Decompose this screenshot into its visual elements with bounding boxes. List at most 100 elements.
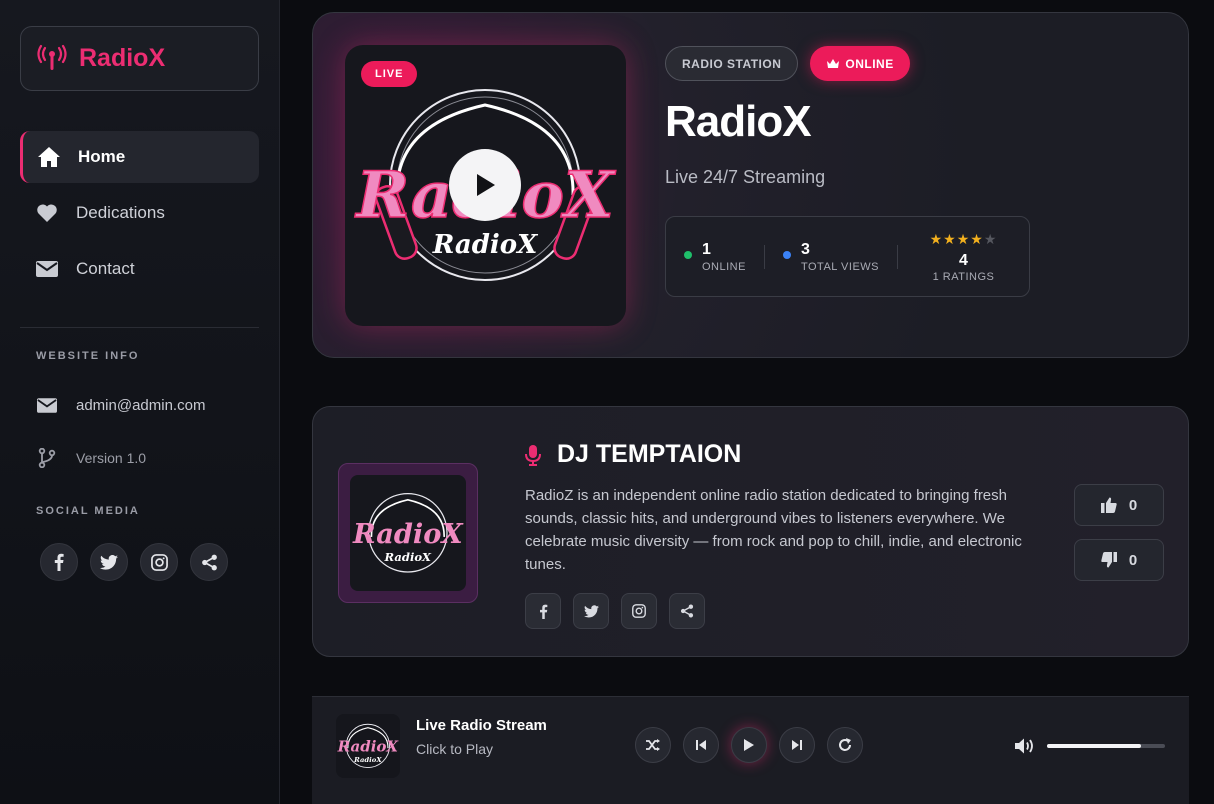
previous-button[interactable] xyxy=(683,727,719,763)
svg-text:RadioX: RadioX xyxy=(352,518,464,550)
envelope-icon xyxy=(34,258,60,280)
heart-icon xyxy=(34,202,60,224)
online-status-text: ONLINE xyxy=(845,56,894,71)
facebook-icon[interactable] xyxy=(525,593,561,629)
dislike-count: 0 xyxy=(1128,551,1138,569)
redo-icon xyxy=(839,738,851,751)
volume-icon[interactable] xyxy=(1014,737,1036,760)
play-button[interactable] xyxy=(731,727,767,763)
admin-email[interactable]: admin@admin.com xyxy=(36,397,205,414)
online-count: 1 xyxy=(702,240,711,258)
main-nav: Home Dedications Contact xyxy=(20,131,259,299)
nav-item-label: Contact xyxy=(76,259,135,278)
volume-slider[interactable] xyxy=(1047,744,1165,748)
play-icon xyxy=(477,174,495,196)
play-icon xyxy=(744,739,754,751)
dislike-button[interactable]: 0 xyxy=(1074,539,1164,581)
online-dot-icon xyxy=(684,250,692,259)
instagram-icon[interactable] xyxy=(140,543,178,581)
star-icon[interactable]: ★ xyxy=(970,231,984,247)
dj-social-links xyxy=(525,593,705,629)
volume-slider-fill xyxy=(1047,744,1142,748)
dj-cover: RadioX RadioX xyxy=(338,463,478,603)
code-branch-icon xyxy=(36,448,58,468)
nav-item-dedications[interactable]: Dedications xyxy=(20,187,259,239)
home-icon xyxy=(36,146,62,168)
twitter-icon[interactable] xyxy=(90,543,128,581)
brand-logo[interactable]: RadioX xyxy=(20,26,259,91)
envelope-icon xyxy=(36,398,58,413)
shuffle-button[interactable] xyxy=(635,727,671,763)
dj-name-heading: DJ TEMPTAION xyxy=(525,440,741,469)
station-title: RadioX xyxy=(665,97,812,146)
online-label: ONLINE xyxy=(702,260,746,273)
svg-text:RadioX: RadioX xyxy=(384,550,433,564)
station-hero-card: RadioX RadioX LIVE RADIO STATION ONLINE … xyxy=(312,12,1189,358)
facebook-icon[interactable] xyxy=(40,543,78,581)
skip-forward-icon xyxy=(792,740,802,750)
station-cover: RadioX RadioX LIVE xyxy=(345,45,626,326)
like-button[interactable]: 0 xyxy=(1074,484,1164,526)
website-info-title: WEBSITE INFO xyxy=(36,350,140,362)
microphone-icon xyxy=(525,444,541,466)
category-badge: RADIO STATION xyxy=(665,46,799,81)
admin-email-text: admin@admin.com xyxy=(76,397,206,414)
skip-back-icon xyxy=(696,740,706,750)
player-title: Live Radio Stream xyxy=(416,717,547,734)
social-media-title: SOCIAL MEDIA xyxy=(36,505,140,517)
instagram-icon[interactable] xyxy=(621,593,657,629)
star-icon[interactable]: ★ xyxy=(930,231,944,247)
station-stats: 1 ONLINE 3 TOTAL VIEWS ★★★★★ 4 1 RATINGS xyxy=(665,216,1030,297)
views-label: TOTAL VIEWS xyxy=(800,260,879,273)
rating-count: 1 RATINGS xyxy=(932,270,995,283)
like-count: 0 xyxy=(1128,496,1138,514)
svg-text:RadioX: RadioX xyxy=(353,756,382,764)
brand-name: RadioX xyxy=(79,44,166,72)
player-controls xyxy=(635,727,863,763)
station-subtitle: Live 24/7 Streaming xyxy=(665,167,826,187)
rating-stars[interactable]: ★★★★★ xyxy=(898,231,1029,248)
version-text: Version 1.0 xyxy=(76,450,147,466)
cover-play-button[interactable] xyxy=(449,149,521,221)
nav-item-home[interactable]: Home xyxy=(20,131,259,183)
thumbs-down-icon xyxy=(1101,552,1117,568)
nav-item-contact[interactable]: Contact xyxy=(20,243,259,295)
svg-text:RadioX: RadioX xyxy=(432,230,539,260)
player-subtitle: Click to Play xyxy=(416,741,494,757)
shuffle-icon xyxy=(646,739,660,751)
star-icon[interactable]: ★ xyxy=(943,231,957,247)
dj-description: RadioZ is an independent online radio st… xyxy=(525,487,1022,573)
share-icon[interactable] xyxy=(669,593,705,629)
stat-rating: ★★★★★ 4 1 RATINGS xyxy=(898,231,1029,283)
repeat-button[interactable] xyxy=(827,727,863,763)
dj-cover-art: RadioX RadioX xyxy=(350,475,466,591)
twitter-icon[interactable] xyxy=(573,593,609,629)
nav-item-label: Dedications xyxy=(76,203,165,222)
live-badge: LIVE xyxy=(361,61,418,87)
audio-player-bar: RadioX RadioX Live Radio Stream Click to… xyxy=(312,696,1189,804)
share-icon[interactable] xyxy=(190,543,228,581)
views-count: 3 xyxy=(800,240,810,258)
stat-online: 1 ONLINE xyxy=(666,241,746,273)
online-status-badge: ONLINE xyxy=(810,46,910,81)
sidebar-social-links xyxy=(40,543,228,581)
views-dot-icon xyxy=(782,250,791,259)
next-button[interactable] xyxy=(779,727,815,763)
dj-card: RadioX RadioX DJ TEMPTAION RadioZ is an … xyxy=(312,406,1189,657)
star-icon[interactable]: ★ xyxy=(984,231,998,247)
main-content: RadioX RadioX LIVE RADIO STATION ONLINE … xyxy=(280,0,1214,804)
sidebar-divider xyxy=(20,327,259,328)
stat-views: 3 TOTAL VIEWS xyxy=(765,241,879,273)
nav-item-label: Home xyxy=(78,147,126,166)
player-cover: RadioX RadioX xyxy=(336,714,400,778)
rating-value: 4 xyxy=(959,251,968,269)
sidebar: RadioX Home Dedications Contact WEBSITE … xyxy=(0,0,280,804)
star-icon[interactable]: ★ xyxy=(957,231,971,247)
crown-icon xyxy=(827,59,840,68)
hero-badges: RADIO STATION ONLINE xyxy=(665,46,910,81)
thumbs-up-icon xyxy=(1100,497,1117,513)
dj-name: DJ TEMPTAION xyxy=(557,440,742,468)
radio-tower-icon xyxy=(37,44,67,74)
version-info: Version 1.0 xyxy=(36,448,146,468)
svg-text:RadioX: RadioX xyxy=(337,738,400,756)
